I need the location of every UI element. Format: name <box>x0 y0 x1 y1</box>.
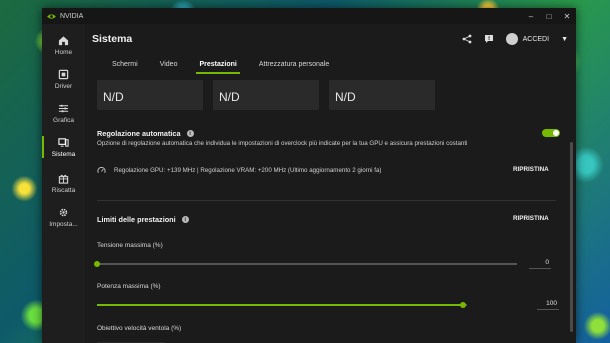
power-label: Potenza massima (%) <box>97 283 161 290</box>
window-controls: – □ ✕ <box>522 8 576 24</box>
gift-icon <box>58 174 69 184</box>
sidebar-item-sistema[interactable]: Sistema <box>42 130 85 164</box>
power-value[interactable]: 100 <box>537 300 557 307</box>
sidebar-item-label: Imposta... <box>49 220 78 228</box>
monitor-icon <box>58 137 69 147</box>
info-icon[interactable]: i <box>186 130 194 137</box>
close-icon[interactable]: ✕ <box>558 8 576 24</box>
value-underline <box>537 309 559 310</box>
home-icon <box>58 35 69 45</box>
auto-tuning-title: Regolazione automatica i <box>97 129 194 138</box>
tab-schermi[interactable]: Schermi <box>101 54 149 74</box>
auto-tuning-reset-button[interactable]: RIPRISTINA <box>513 166 549 173</box>
limits-title-text: Limiti delle prestazioni <box>97 215 176 224</box>
page-title: Sistema <box>92 33 133 45</box>
limits-reset-button[interactable]: RIPRISTINA <box>513 215 549 222</box>
tab-bar: Schermi Video Prestazioni Attrezzatura p… <box>85 54 576 74</box>
auto-tuning-description: Opzione di regolazione automatica che in… <box>97 140 468 147</box>
voltage-value[interactable]: 0 <box>529 259 549 266</box>
sidebar-item-grafica[interactable]: Grafica <box>42 96 85 130</box>
auto-tuning-status: Regolazione GPU: +139 MHz | Regolazione … <box>97 166 381 175</box>
scrollbar-thumb[interactable] <box>570 142 573 332</box>
app-name: NVIDIA <box>60 12 84 20</box>
account-label: ACCEDI <box>522 35 550 43</box>
page-header: Sistema ACCEDI ▼ <box>85 24 576 54</box>
sidebar-item-impostazioni[interactable]: Imposta... <box>42 200 85 234</box>
auto-tuning-status-text: Regolazione GPU: +139 MHz | Regolazione … <box>114 167 382 174</box>
sidebar: Home Driver Grafica Sistema Riscatta Imp… <box>42 24 85 343</box>
auto-tuning-toggle[interactable] <box>542 129 560 137</box>
nvidia-app-window: NVIDIA – □ ✕ Home Driver Grafica Sistema… <box>42 8 576 343</box>
account-button[interactable]: ACCEDI <box>505 33 550 45</box>
metrics-cards: N/D N/D N/D <box>97 80 435 110</box>
sidebar-item-label: Grafica <box>53 116 74 124</box>
share-icon[interactable] <box>462 34 472 44</box>
minimize-icon[interactable]: – <box>522 8 540 24</box>
performance-panel: N/D N/D N/D Regolazione automatica i Opz… <box>85 74 576 343</box>
metric-card: N/D <box>329 80 435 110</box>
title-bar: NVIDIA – □ ✕ <box>42 8 576 24</box>
slider-handle[interactable] <box>460 301 467 308</box>
nvidia-logo-icon <box>47 13 56 19</box>
sidebar-item-home[interactable]: Home <box>42 28 85 62</box>
sidebar-item-label: Sistema <box>51 150 76 158</box>
limits-title: Limiti delle prestazioni i <box>97 215 189 224</box>
scrollbar[interactable] <box>570 74 573 332</box>
value-underline <box>529 268 551 269</box>
metric-card: N/D <box>213 80 319 110</box>
voltage-slider[interactable] <box>94 260 517 267</box>
slider-fill <box>97 304 464 306</box>
fan-speed-label: Obiettivo velocità ventola (%) <box>97 325 182 332</box>
sidebar-item-label: Driver <box>54 82 73 90</box>
divider <box>97 200 556 201</box>
tab-video[interactable]: Video <box>149 54 189 74</box>
avatar <box>505 33 518 45</box>
gear-icon <box>59 208 68 216</box>
sidebar-item-label: Riscatta <box>51 186 76 194</box>
feedback-icon[interactable] <box>484 34 494 44</box>
sidebar-item-riscatta[interactable]: Riscatta <box>42 166 85 200</box>
chevron-down-icon[interactable]: ▼ <box>561 36 568 43</box>
driver-icon <box>58 69 69 79</box>
speedometer-icon <box>97 166 106 173</box>
slider-handle[interactable] <box>94 260 100 267</box>
auto-tuning-title-text: Regolazione automatica <box>97 129 181 138</box>
power-slider[interactable] <box>97 301 467 308</box>
metric-card: N/D <box>97 80 203 110</box>
header-actions: ACCEDI ▼ <box>462 24 568 54</box>
sidebar-item-driver[interactable]: Driver <box>42 62 85 96</box>
info-icon[interactable]: i <box>181 216 189 223</box>
maximize-icon[interactable]: □ <box>540 8 558 24</box>
tab-prestazioni[interactable]: Prestazioni <box>188 54 247 74</box>
voltage-label: Tensione massima (%) <box>97 242 163 249</box>
sliders-icon <box>58 104 69 112</box>
tab-attrezzatura-personale[interactable]: Attrezzatura personale <box>248 54 340 74</box>
sidebar-item-label: Home <box>54 48 73 56</box>
